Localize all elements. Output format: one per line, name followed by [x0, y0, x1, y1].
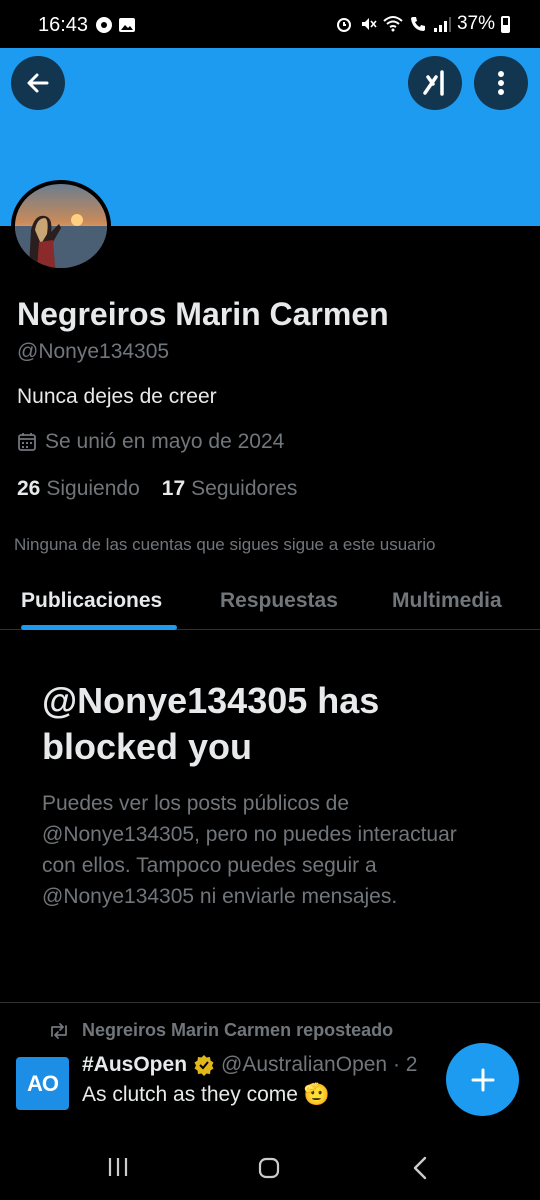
more-options-button[interactable] [474, 56, 528, 110]
profile-handle: @Nonye134305 [17, 340, 170, 363]
avatar-photo [15, 184, 107, 268]
profile-tabs: Publicaciones Respuestas Multimedia [0, 572, 540, 630]
mutuals-note: Ninguna de las cuentas que sigues sigue … [14, 535, 436, 554]
repost-icon [51, 1022, 67, 1039]
arrow-left-icon [27, 73, 49, 93]
status-time: 16:43 [38, 14, 89, 36]
wifi-calling-icon [410, 17, 425, 31]
grok-icon [423, 70, 444, 96]
following-link[interactable]: 26 Siguiendo [17, 477, 140, 501]
verified-gold-badge-icon [194, 1055, 214, 1076]
post-author-name[interactable]: #AusOpen [82, 1053, 187, 1077]
system-nav-bar [0, 1130, 540, 1200]
grok-button[interactable] [408, 56, 462, 110]
status-bar: 16:43 37% [0, 0, 540, 48]
repost-text: Negreiros Marin Carmen reposteado [82, 1020, 394, 1040]
joined-date: Se unió en mayo de 2024 [17, 430, 284, 454]
profile-name: Negreiros Marin Carmen [17, 296, 389, 332]
post-author-avatar[interactable]: AO [16, 1057, 69, 1110]
home-icon[interactable] [257, 1156, 281, 1180]
following-label: Siguiendo [46, 477, 140, 500]
tab-publicaciones[interactable]: Publicaciones [21, 589, 162, 613]
profile-avatar[interactable] [11, 180, 111, 272]
tab-respuestas[interactable]: Respuestas [220, 589, 338, 613]
plus-icon [471, 1068, 494, 1091]
follow-stats: 26 Siguiendo 17 Seguidores [17, 477, 297, 501]
gallery-icon [119, 18, 135, 32]
followers-link[interactable]: 17 Seguidores [162, 477, 298, 501]
back-nav-icon[interactable] [410, 1156, 430, 1180]
active-tab-indicator [21, 625, 177, 630]
post-header: #AusOpen @AustralianOpen · 2 [82, 1053, 417, 1077]
followers-count: 17 [161, 477, 186, 500]
more-vertical-icon [498, 71, 504, 95]
profile-bio: Nunca dejes de creer [17, 385, 217, 408]
followers-label: Seguidores [191, 477, 298, 500]
blocked-description: Puedes ver los posts públicos de @Nonye1… [42, 792, 457, 908]
repost-label: Negreiros Marin Carmen reposteado [48, 1020, 393, 1041]
ao-logo-text: AO [27, 1070, 59, 1096]
alarm-icon [336, 18, 351, 32]
joined-text: Se unió en mayo de 2024 [45, 430, 285, 453]
divider [0, 1002, 540, 1003]
compose-button[interactable] [446, 1043, 519, 1116]
wifi-icon [383, 16, 403, 32]
post-author-handle: @AustralianOpen · 2 [221, 1053, 418, 1076]
notification-app-icon [96, 17, 112, 33]
status-icons: 37% [335, 13, 510, 35]
tab-multimedia[interactable]: Multimedia [392, 589, 502, 613]
calendar-icon [18, 433, 36, 451]
back-button[interactable] [11, 56, 65, 110]
post-text: As clutch as they come 🫡 [82, 1083, 330, 1106]
following-count: 26 [17, 477, 41, 500]
mute-icon [361, 18, 377, 30]
signal-icon [433, 17, 451, 32]
blocked-title: @Nonye134305 has blocked you [42, 680, 380, 767]
recent-apps-icon[interactable] [106, 1156, 130, 1178]
battery-icon [501, 15, 510, 33]
battery-percent: 37% [456, 13, 495, 34]
